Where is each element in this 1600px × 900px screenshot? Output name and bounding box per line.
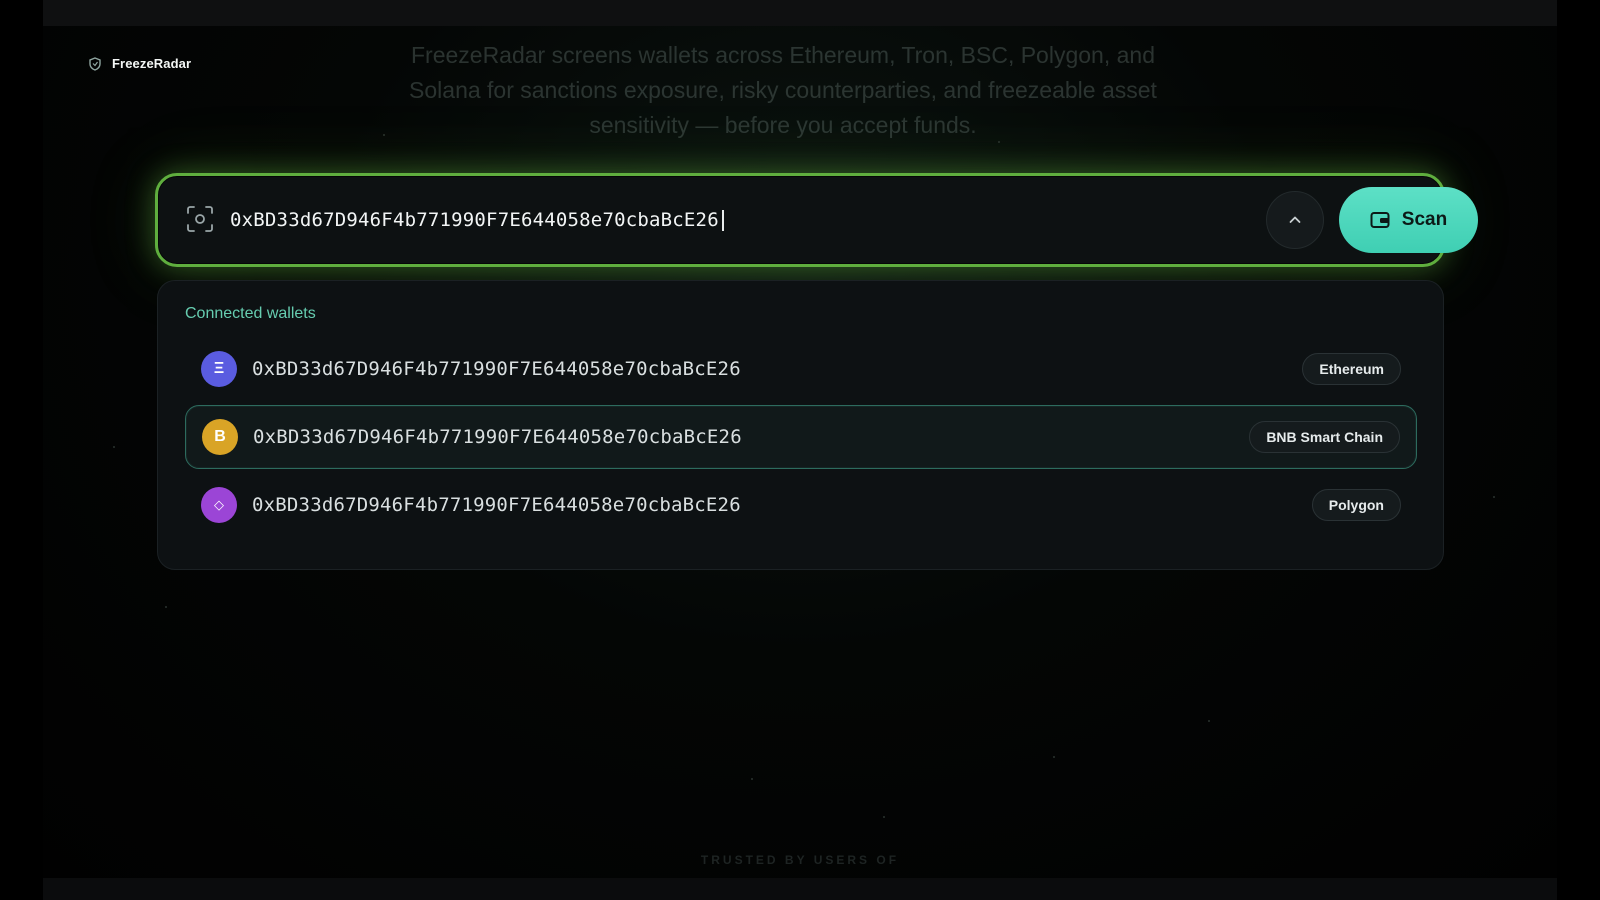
bnb-icon: B [202, 419, 238, 455]
text-caret [721, 209, 724, 231]
letterbox-top [0, 0, 1600, 26]
wallet-address-value: 0xBD33d67D946F4b771990F7E644058e70cbaBcE… [230, 209, 719, 231]
wallet-option-bnb[interactable]: B 0xBD33d67D946F4b771990F7E644058e70cbaB… [185, 405, 1417, 469]
ethereum-icon: Ξ [201, 351, 237, 387]
wallet-address-input[interactable]: 0xBD33d67D946F4b771990F7E644058e70cbaBcE… [230, 198, 1130, 242]
background-star [1493, 496, 1495, 498]
collapse-dropdown-button[interactable] [1266, 191, 1324, 249]
bottom-bar [43, 878, 1557, 900]
chain-badge: Polygon [1311, 489, 1401, 521]
chain-badge: Ethereum [1302, 353, 1401, 385]
hero-description: FreezeRadar screens wallets across Ether… [409, 42, 1157, 138]
background-star [113, 446, 115, 448]
shield-logo-icon [89, 56, 101, 71]
chain-badge: BNB Smart Chain [1249, 421, 1400, 453]
background-star [1053, 756, 1055, 758]
scan-button-label: Scan [1401, 209, 1448, 230]
dropdown-title: Connected wallets [185, 305, 316, 322]
scan-frame-icon[interactable] [185, 204, 215, 234]
background-star [165, 606, 167, 608]
wallet-option-polygon[interactable]: ◇ 0xBD33d67D946F4b771990F7E644058e70cbaB… [185, 473, 1417, 537]
brand-name: FreezeRadar [112, 56, 192, 71]
chevron-up-icon [1289, 216, 1301, 223]
connected-wallets-dropdown: Connected wallets Ξ 0xBD33d67D946F4b7719… [157, 280, 1444, 570]
wallet-option-ethereum[interactable]: Ξ 0xBD33d67D946F4b771990F7E644058e70cbaB… [185, 337, 1417, 401]
trusted-by-label: TRUSTED BY USERS OF [700, 853, 900, 867]
background-star [1208, 720, 1210, 722]
wallet-option-address: 0xBD33d67D946F4b771990F7E644058e70cbaBcE… [252, 358, 741, 380]
polygon-icon: ◇ [201, 487, 237, 523]
wallet-icon [1370, 212, 1390, 228]
wallet-search-bar: 0xBD33d67D946F4b771990F7E644058e70cbaBcE… [155, 173, 1478, 267]
wallet-option-address: 0xBD33d67D946F4b771990F7E644058e70cbaBcE… [253, 426, 742, 448]
wallet-option-address: 0xBD33d67D946F4b771990F7E644058e70cbaBcE… [252, 494, 741, 516]
scan-button[interactable]: Scan [1339, 187, 1478, 253]
page: FreezeRadar FreezeRadar screens wallets … [43, 26, 1557, 878]
background-star [883, 816, 885, 818]
background-star [751, 778, 753, 780]
top-bar [43, 0, 1557, 26]
letterbox-bottom [0, 878, 1600, 900]
brand[interactable]: FreezeRadar [88, 56, 191, 71]
